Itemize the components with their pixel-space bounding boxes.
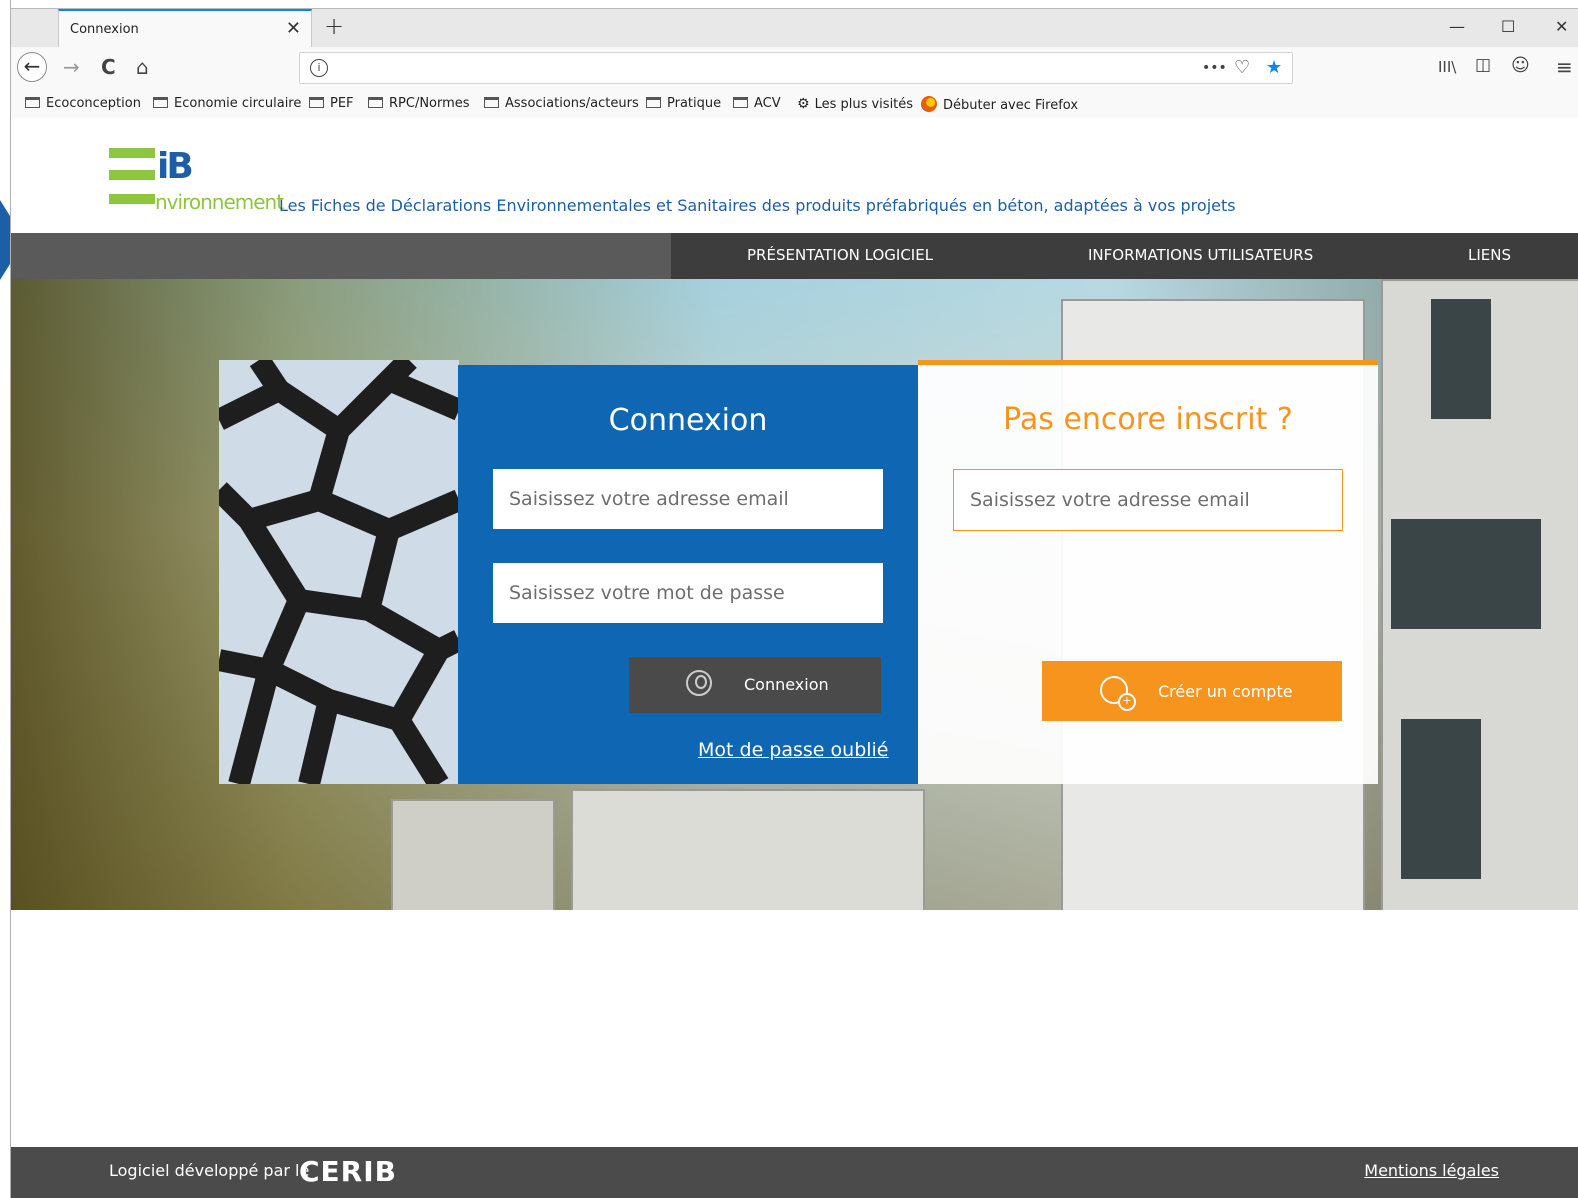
back-arrow-icon[interactable]: ←	[17, 52, 47, 82]
bookmark-pef[interactable]: PEF	[309, 96, 354, 111]
footer: Logiciel développé par le CERIB Mentions…	[11, 1147, 1578, 1198]
login-email-input[interactable]: Saisissez votre adresse email	[493, 469, 883, 529]
window-2	[1391, 519, 1541, 629]
logo-word: nvironnement	[155, 190, 284, 214]
legal-notice-link[interactable]: Mentions légales	[1364, 1161, 1499, 1180]
bookmark-most-visited[interactable]: ⚙ Les plus visités	[797, 96, 913, 112]
hero-background: Connexion Saisissez votre adresse email …	[11, 279, 1578, 910]
browser-window: Connexion ✕ + — ☐ ✕ ← → C ⌂ i ••• ♡ ★ II…	[10, 0, 1578, 1198]
logo-letters: iB	[157, 146, 194, 187]
eib-logo[interactable]: iB nvironnement	[109, 146, 284, 216]
signup-panel: Pas encore inscrit ? Saisissez votre adr…	[918, 360, 1378, 784]
lattice-image	[219, 360, 459, 784]
account-icon[interactable]: ☺	[1511, 55, 1530, 76]
maximize-icon[interactable]: ☐	[1501, 17, 1515, 36]
tab-title: Connexion	[70, 22, 139, 37]
bookmark-pratique[interactable]: Pratique	[646, 96, 721, 111]
building-bottom	[571, 789, 925, 910]
menu-item-liens[interactable]: LIENS	[1468, 246, 1511, 264]
folder-icon	[646, 97, 661, 108]
login-password-input[interactable]: Saisissez votre mot de passe	[493, 563, 883, 623]
close-window-icon[interactable]: ✕	[1555, 17, 1568, 36]
forward-arrow-icon[interactable]: →	[63, 55, 80, 79]
new-tab-icon[interactable]: +	[324, 12, 344, 40]
bookmark-rpc-normes[interactable]: RPC/Normes	[368, 96, 470, 111]
minimize-icon[interactable]: —	[1449, 17, 1465, 36]
create-account-label: Créer un compte	[1158, 682, 1293, 701]
window-3	[1401, 719, 1481, 879]
folder-icon	[309, 97, 324, 108]
main-menu: PRÉSENTATION LOGICIEL INFORMATIONS UTILI…	[11, 233, 1578, 279]
plus-icon: +	[1118, 693, 1136, 711]
logo-bar-1	[109, 148, 155, 158]
firefox-icon	[921, 96, 937, 112]
navigation-toolbar: ← → C ⌂ i ••• ♡ ★ III\ ◫ ☺ ≡	[11, 47, 1578, 90]
home-icon[interactable]: ⌂	[136, 55, 149, 79]
login-button[interactable]: Connexion	[629, 657, 881, 713]
lattice-pattern	[219, 360, 459, 784]
reload-icon[interactable]: C	[101, 55, 116, 79]
more-actions-icon[interactable]: •••	[1202, 60, 1227, 76]
cerib-logo[interactable]: CERIB	[299, 1155, 397, 1188]
library-icon[interactable]: III\	[1438, 58, 1456, 76]
bookmark-economie-circulaire[interactable]: Economie circulaire	[153, 96, 301, 111]
sidebar-icon[interactable]: ◫	[1475, 55, 1491, 75]
user-icon	[686, 670, 712, 696]
tab-bar: Connexion ✕ + — ☐ ✕	[11, 8, 1578, 48]
gear-icon: ⚙	[797, 96, 810, 112]
menu-item-informations[interactable]: INFORMATIONS UTILISATEURS	[1088, 246, 1313, 264]
forgot-password-link[interactable]: Mot de passe oublié	[698, 739, 889, 761]
tab-connexion[interactable]: Connexion ✕	[58, 9, 312, 47]
pocket-icon[interactable]: ♡	[1234, 57, 1250, 78]
site-tagline: Les Fiches de Déclarations Environnement…	[279, 196, 1236, 215]
bookmark-getting-started[interactable]: Débuter avec Firefox	[921, 96, 1078, 113]
bookmark-ecoconception[interactable]: Ecoconception	[25, 96, 141, 111]
folder-icon	[733, 97, 748, 108]
bookmark-associations[interactable]: Associations/acteurs	[484, 96, 639, 111]
footer-developed-by: Logiciel développé par le	[109, 1161, 310, 1180]
web-page: iB nvironnement Les Fiches de Déclaratio…	[11, 118, 1578, 1198]
close-tab-icon[interactable]: ✕	[286, 18, 301, 39]
login-title: Connexion	[608, 403, 768, 438]
menu-icon[interactable]: ≡	[1556, 55, 1573, 79]
bookmarks-toolbar: Ecoconception Economie circulaire PEF RP…	[11, 90, 1578, 119]
window-1	[1431, 299, 1491, 419]
signup-email-input[interactable]: Saisissez votre adresse email	[953, 469, 1343, 531]
login-button-label: Connexion	[744, 675, 829, 694]
building-bottom-left	[391, 799, 555, 910]
folder-icon	[368, 97, 383, 108]
bookmark-acv[interactable]: ACV	[733, 96, 781, 111]
folder-icon	[484, 97, 499, 108]
folder-icon	[153, 97, 168, 108]
folder-icon	[25, 97, 40, 108]
create-account-button[interactable]: + Créer un compte	[1042, 661, 1342, 721]
menu-item-presentation[interactable]: PRÉSENTATION LOGICIEL	[747, 246, 933, 264]
bookmark-star-icon[interactable]: ★	[1266, 57, 1282, 78]
login-panel: Connexion Saisissez votre adresse email …	[458, 365, 918, 784]
logo-bar-3	[109, 194, 155, 204]
page-info-icon[interactable]: i	[310, 59, 328, 77]
desktop-edge	[0, 0, 10, 1198]
logo-bar-2	[109, 170, 155, 180]
url-bar[interactable]: i ••• ♡ ★	[299, 52, 1293, 84]
signup-title: Pas encore inscrit ?	[1003, 402, 1293, 437]
